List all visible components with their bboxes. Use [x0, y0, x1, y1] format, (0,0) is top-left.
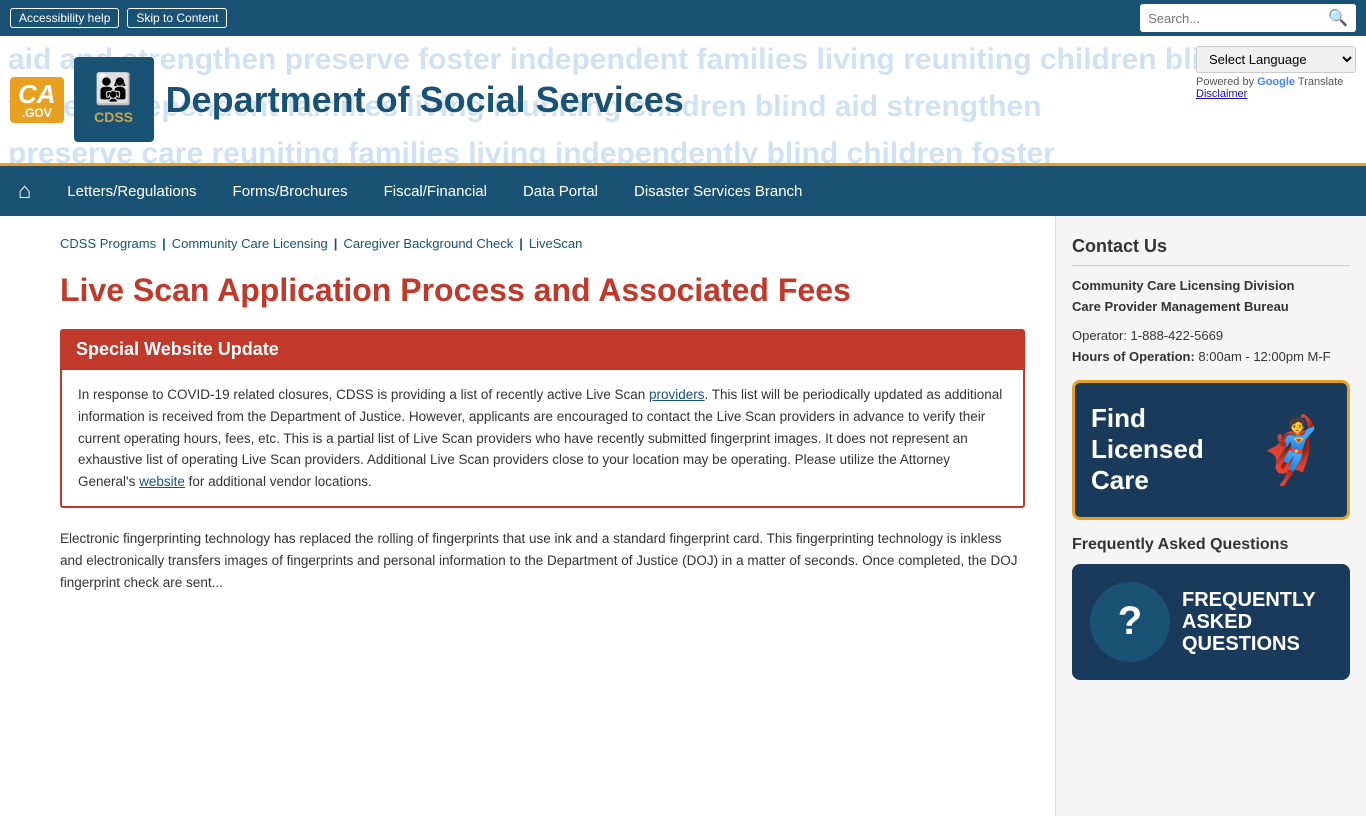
cdss-figures-icon: 👨‍👩‍👧 — [94, 75, 133, 105]
find-care-mascot-icon: 🦸 — [1251, 418, 1331, 482]
home-icon[interactable]: ⌂ — [0, 166, 49, 216]
breadcrumb-sep-3: | — [519, 236, 523, 251]
find-care-text: Find Licensed Care — [1091, 403, 1231, 497]
sidebar: Contact Us Community Care Licensing Divi… — [1056, 216, 1366, 816]
translate-info: Powered by Google Translate Disclaimer — [1196, 76, 1356, 100]
nav-data-portal[interactable]: Data Portal — [505, 171, 616, 212]
content-wrapper: CDSS Programs | Community Care Licensing… — [0, 216, 1366, 816]
special-update-header: Special Website Update — [60, 329, 1025, 370]
search-box: 🔍 — [1140, 4, 1356, 32]
hours-value: 8:00am - 12:00pm M-F — [1198, 349, 1330, 364]
skip-to-content-link[interactable]: Skip to Content — [127, 8, 227, 28]
faq-question-mark: ? — [1118, 599, 1142, 644]
top-bar-links: Accessibility help Skip to Content — [10, 8, 227, 28]
special-update-section: Special Website Update In response to CO… — [60, 329, 1025, 508]
google-label: Google — [1257, 76, 1295, 88]
search-button[interactable]: 🔍 — [1320, 4, 1356, 32]
search-input[interactable] — [1140, 7, 1320, 30]
powered-by-label: Powered by — [1196, 76, 1254, 88]
site-name: Department of Social Services — [166, 79, 684, 121]
faq-banner-text: FREQUENTLY ASKED QUESTIONS — [1182, 589, 1332, 655]
body-text: Electronic fingerprinting technology has… — [60, 528, 1025, 593]
faq-icon-circle: ? — [1090, 582, 1170, 662]
faq-title: Frequently Asked Questions — [1072, 536, 1350, 554]
language-selector[interactable]: Select Language — [1196, 46, 1356, 73]
nav-fiscal-financial[interactable]: Fiscal/Financial — [366, 171, 505, 212]
breadcrumb-community-care[interactable]: Community Care Licensing — [172, 236, 328, 251]
contact-us-title: Contact Us — [1072, 236, 1350, 266]
accessibility-link[interactable]: Accessibility help — [10, 8, 119, 28]
website-link[interactable]: website — [139, 474, 185, 489]
breadcrumb-sep-1: | — [162, 236, 166, 251]
top-bar: Accessibility help Skip to Content 🔍 — [0, 0, 1366, 36]
special-update-body: In response to COVID-19 related closures… — [60, 370, 1025, 508]
breadcrumb-caregiver-bg[interactable]: Caregiver Background Check — [343, 236, 513, 251]
update-text-1: In response to COVID-19 related closures… — [78, 387, 649, 402]
update-text-3: for additional vendor locations. — [185, 474, 372, 489]
header-title: Department of Social Services — [166, 79, 684, 121]
nav-letters-regulations[interactable]: Letters/Regulations — [49, 171, 214, 212]
nav-forms-brochures[interactable]: Forms/Brochures — [215, 171, 366, 212]
operator-label: Operator: — [1072, 328, 1127, 343]
site-header: aid and strengthen preserve foster indep… — [0, 36, 1366, 166]
contact-org-line1: Community Care Licensing Division — [1072, 278, 1295, 293]
main-content: CDSS Programs | Community Care Licensing… — [0, 216, 1056, 816]
nav-disaster-services[interactable]: Disaster Services Branch — [616, 171, 820, 212]
hours-label: Hours of Operation: — [1072, 349, 1195, 364]
providers-link[interactable]: providers — [649, 387, 705, 402]
ca-gov-logo: CA .GOV — [10, 77, 64, 123]
language-dropdown[interactable]: Select Language — [1196, 46, 1356, 73]
special-update-title: Special Website Update — [76, 339, 279, 359]
find-licensed-care-banner[interactable]: Find Licensed Care 🦸 — [1072, 380, 1350, 520]
cdss-logo: 👨‍👩‍👧 CDSS — [74, 57, 154, 142]
breadcrumb-sep-2: | — [334, 236, 338, 251]
breadcrumb-livescan[interactable]: LiveScan — [529, 236, 582, 251]
header-right: Select Language Powered by Google Transl… — [1196, 46, 1356, 100]
breadcrumb-cdss-programs[interactable]: CDSS Programs — [60, 236, 156, 251]
header-logos: CA .GOV 👨‍👩‍👧 CDSS — [10, 57, 154, 142]
translate-label: Translate — [1298, 76, 1343, 88]
contact-hours: Hours of Operation: 8:00am - 12:00pm M-F — [1072, 349, 1350, 364]
contact-operator: Operator: 1-888-422-5669 — [1072, 328, 1350, 343]
disclaimer-link[interactable]: Disclaimer — [1196, 88, 1247, 100]
contact-org: Community Care Licensing Division Care P… — [1072, 276, 1350, 318]
contact-org-line2: Care Provider Management Bureau — [1072, 299, 1289, 314]
main-navigation: ⌂ Letters/Regulations Forms/Brochures Fi… — [0, 166, 1366, 216]
top-bar-right: 🔍 — [1140, 4, 1356, 32]
operator-phone: 1-888-422-5669 — [1131, 328, 1224, 343]
faq-banner[interactable]: ? FREQUENTLY ASKED QUESTIONS — [1072, 564, 1350, 680]
page-title: Live Scan Application Process and Associ… — [60, 271, 1025, 309]
breadcrumb: CDSS Programs | Community Care Licensing… — [60, 236, 1025, 251]
